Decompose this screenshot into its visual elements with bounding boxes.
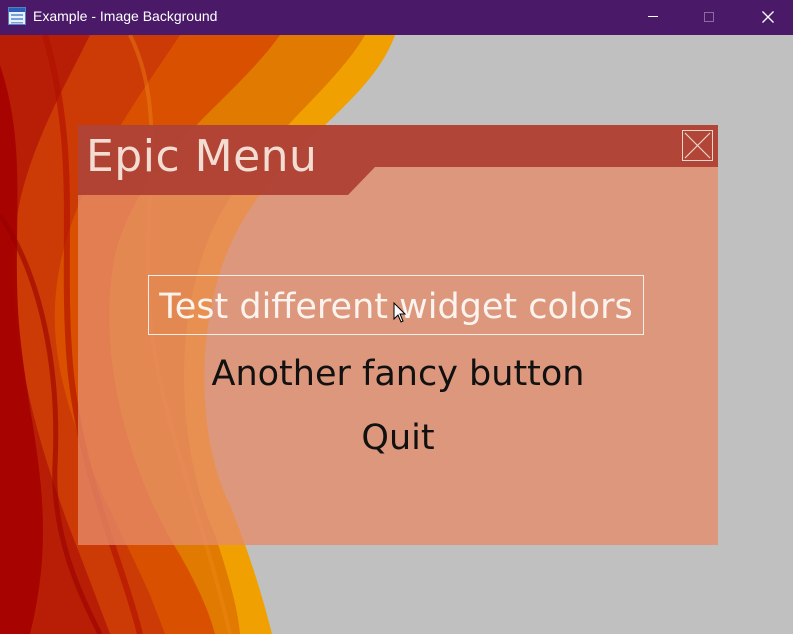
close-icon (762, 11, 774, 23)
epic-menu-panel: Epic Menu Test different widget colors A… (78, 125, 718, 545)
menu-title: Epic Menu (86, 131, 318, 182)
window-title: Example - Image Background (33, 8, 218, 24)
minimize-button[interactable] (630, 0, 676, 35)
window-titlebar[interactable]: Example - Image Background (0, 0, 793, 35)
app-window-icon (8, 7, 26, 25)
menu-close-button[interactable] (682, 130, 713, 161)
mouse-cursor-icon (393, 302, 407, 323)
close-x-icon (684, 132, 711, 159)
quit-button[interactable]: Quit (78, 415, 718, 461)
minimize-icon (648, 16, 658, 17)
another-fancy-button[interactable]: Another fancy button (78, 351, 718, 397)
maximize-button[interactable] (686, 0, 732, 35)
maximize-icon (704, 12, 714, 22)
window-close-button[interactable] (745, 0, 791, 35)
